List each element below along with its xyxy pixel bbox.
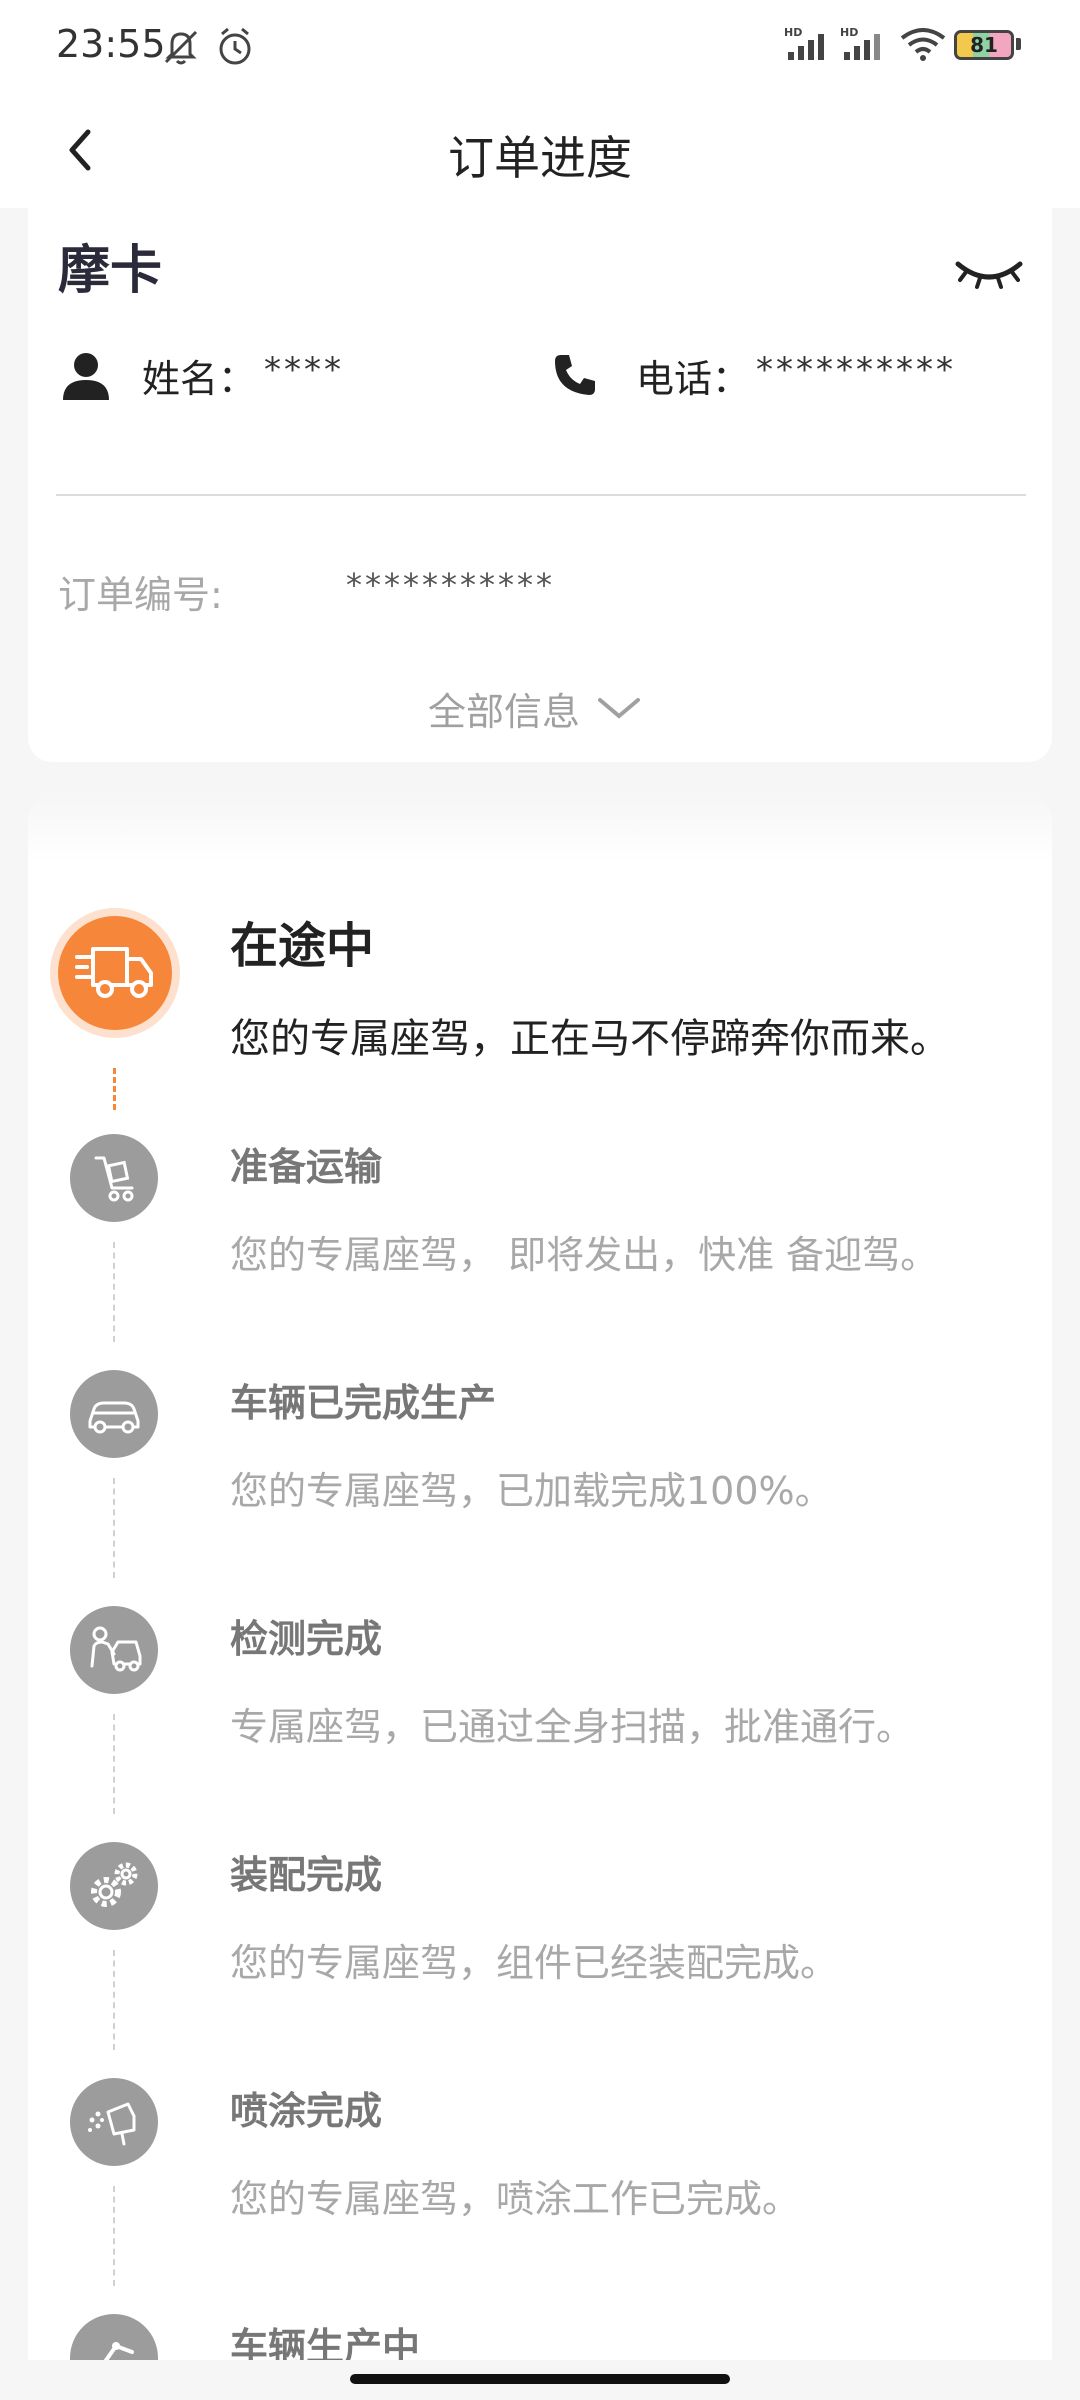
divider [56, 494, 1026, 496]
step-title: 车辆已完成生产 [230, 1381, 497, 1425]
battery-tip [1016, 38, 1021, 50]
mute-icon [164, 30, 198, 65]
phone-icon [555, 355, 595, 395]
show-all-info-label: 全部信息 [428, 689, 581, 734]
spray-icon [70, 2078, 158, 2166]
timeline-connector [113, 2186, 115, 2286]
signal-hd-icon: HD [840, 26, 880, 60]
timeline-connector [113, 1950, 115, 2050]
person-icon [63, 353, 109, 400]
step-desc: 您的专属座驾，组件已经装配完成。 [230, 1941, 839, 1985]
battery-level: 81 [970, 33, 998, 57]
step-title: 车辆生产中 [230, 2325, 421, 2360]
svg-text:HD: HD [840, 26, 858, 39]
step-desc: 您的专属座驾，已加载完成100%。 [230, 1469, 833, 1513]
step-title: 装配完成 [230, 1853, 383, 1897]
gears-icon [70, 1842, 158, 1930]
car-icon [70, 1370, 158, 1458]
timeline-connector [113, 1714, 115, 1814]
app-header: 订单进度 [0, 96, 1080, 208]
status-bar: 23:55 HD HD 81 [0, 0, 1080, 96]
current-status-title: 在途中 [230, 918, 375, 974]
cart-icon [70, 1134, 158, 1222]
page-title: 订单进度 [448, 131, 632, 185]
signal-hd-icon: HD [784, 26, 824, 60]
step-desc: 您的专属座驾，喷涂工作已完成。 [230, 2177, 801, 2221]
eye-closed-icon[interactable] [954, 254, 1024, 294]
chevron-down-icon [598, 698, 641, 719]
timeline-connector [113, 1068, 116, 1110]
robot-arm-icon [70, 2314, 158, 2360]
wifi-icon [900, 28, 946, 61]
step-title: 检测完成 [230, 1617, 383, 1661]
inspection-icon [70, 1606, 158, 1694]
order-number-label: 订单编号: [58, 573, 223, 617]
show-all-info-button[interactable]: 全部信息 [428, 678, 642, 738]
truck-icon [58, 916, 172, 1030]
phone-value: ********** [756, 350, 956, 390]
battery-icon: 81 [954, 30, 1014, 60]
phone-label: 电话： [636, 357, 751, 401]
name-value: **** [264, 350, 344, 390]
alarm-icon [219, 27, 251, 65]
card-top-fade [28, 794, 1052, 864]
order-progress-card: 在途中 您的专属座驾，正在马不停蹄奔你而来。 准备运输 您的专属座驾， 即将发出… [28, 794, 1052, 2360]
step-desc: 您的专属座驾， 即将发出，快准 备迎驾。 [230, 1233, 939, 1277]
timeline-connector [113, 1478, 115, 1578]
home-indicator[interactable] [350, 2374, 730, 2384]
status-time: 23:55 [56, 22, 166, 66]
timeline-connector [113, 1242, 115, 1342]
name-label: 姓名： [142, 357, 257, 401]
step-title: 喷涂完成 [230, 2089, 383, 2133]
svg-text:HD: HD [784, 26, 802, 39]
order-number-value: *********** [346, 566, 555, 604]
step-title: 准备运输 [230, 1145, 383, 1189]
car-model-name: 摩卡 [58, 241, 163, 301]
step-desc: 专属座驾，已通过全身扫描，批准通行。 [230, 1705, 915, 1749]
order-info-card: 摩卡 姓名： **** 电话： ********** 订单编号: *******… [28, 206, 1052, 762]
current-status-desc: 您的专属座驾，正在马不停蹄奔你而来。 [230, 1016, 950, 1062]
